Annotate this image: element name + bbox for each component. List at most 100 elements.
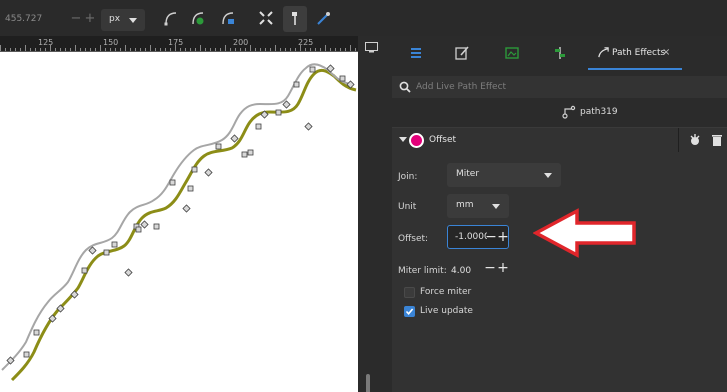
ruler-tick xyxy=(330,48,331,51)
drawing-canvas[interactable] xyxy=(0,52,358,392)
ruler-tick xyxy=(70,48,71,51)
trash-icon[interactable] xyxy=(709,132,725,148)
force-miter-checkbox[interactable] xyxy=(404,287,415,298)
ruler-tick xyxy=(80,48,81,51)
ruler-tick xyxy=(95,48,96,51)
path-outline-icon[interactable] xyxy=(316,10,332,26)
coordinate-field[interactable]: 455.727 xyxy=(0,10,66,30)
coordinate-decrement-button[interactable]: − xyxy=(69,9,83,29)
ruler-tick xyxy=(155,48,156,51)
ruler-tick xyxy=(35,48,36,51)
ruler-tick xyxy=(125,45,126,51)
tab-path-effects-label: Path Effects xyxy=(612,48,666,58)
ruler-tick xyxy=(210,48,211,51)
ruler-tick xyxy=(285,48,286,51)
delete-node-icon[interactable] xyxy=(220,10,236,26)
horizontal-ruler: 125 150 175 200 225 xyxy=(0,36,358,52)
add-node-icon[interactable] xyxy=(190,10,206,26)
offset-input[interactable]: -1.00000 − + xyxy=(447,225,509,249)
offset-path xyxy=(10,68,357,382)
effect-visibility-icon[interactable] xyxy=(687,132,703,148)
chevron-down-icon xyxy=(129,18,137,23)
ruler-tick xyxy=(10,48,11,51)
edit-pencil-icon[interactable] xyxy=(454,45,470,61)
ruler-tick xyxy=(15,48,16,51)
ruler-tick xyxy=(65,48,66,51)
dock-tabbar: Path Effects × xyxy=(388,36,727,70)
path-node-icon xyxy=(562,105,576,119)
offset-decrement-button[interactable]: − xyxy=(485,227,497,247)
add-effect-search-input[interactable] xyxy=(416,79,716,95)
ruler-tick xyxy=(335,48,336,51)
ruler-tick xyxy=(175,45,176,51)
ruler-tick xyxy=(230,48,231,51)
coordinate-increment-button[interactable]: + xyxy=(83,9,97,29)
chevron-down-icon xyxy=(544,173,552,178)
ruler-tick-label: 150 xyxy=(103,38,119,47)
offset-increment-button[interactable]: + xyxy=(497,227,509,247)
ruler-tick xyxy=(170,48,171,51)
scrollbar-thumb[interactable] xyxy=(366,374,370,392)
live-update-checkbox[interactable] xyxy=(404,306,415,317)
miter-decrement-button[interactable]: − xyxy=(484,258,496,278)
layers-icon[interactable] xyxy=(408,45,424,61)
close-icon[interactable]: × xyxy=(662,47,670,58)
panel-divider xyxy=(358,36,388,392)
ruler-tick xyxy=(105,48,106,51)
unit-dropdown[interactable]: px xyxy=(101,9,145,31)
offset-effect-icon xyxy=(409,133,424,148)
join-label: Join: xyxy=(398,172,418,182)
smooth-node-icon[interactable] xyxy=(163,10,179,26)
ruler-tick xyxy=(25,45,26,51)
miter-increment-button[interactable]: + xyxy=(497,258,509,278)
ruler-tick xyxy=(350,45,351,51)
ruler-tick xyxy=(315,48,316,51)
ruler-tick xyxy=(0,45,1,51)
monitor-icon[interactable] xyxy=(365,42,378,53)
ruler-tick xyxy=(75,45,76,51)
path-nodes[interactable] xyxy=(6,64,355,365)
join-dropdown[interactable]: Miter xyxy=(447,163,561,187)
unit-select-dropdown[interactable]: mm xyxy=(447,194,509,218)
tab-path-effects[interactable]: Path Effects × xyxy=(588,36,682,70)
checkmark-icon xyxy=(405,308,414,316)
ruler-tick xyxy=(150,45,151,51)
ruler-tick xyxy=(245,48,246,51)
ruler-tick xyxy=(310,48,311,51)
ruler-tick xyxy=(300,45,301,51)
toolbar: 455.727 − + px xyxy=(0,0,727,36)
ruler-tick xyxy=(120,48,121,51)
ruler-tick xyxy=(130,48,131,51)
ruler-tick xyxy=(20,48,21,51)
coordinate-value: 455.727 xyxy=(5,14,43,24)
original-path xyxy=(1,63,351,371)
ruler-tick xyxy=(50,45,51,51)
live-update-label: Live update xyxy=(420,306,473,316)
ruler-tick xyxy=(305,48,306,51)
ruler-tick xyxy=(200,45,201,51)
effect-header: Offset xyxy=(392,128,727,152)
node-tool-active-button[interactable] xyxy=(283,6,307,32)
ruler-tick xyxy=(205,48,206,51)
chevron-down-icon xyxy=(492,204,500,209)
ruler-tick xyxy=(220,48,221,51)
path-object-name: path319 xyxy=(580,107,618,117)
ruler-tick xyxy=(195,48,196,51)
force-miter-label: Force miter xyxy=(420,287,472,297)
node-handle-icon xyxy=(292,12,297,25)
image-icon[interactable] xyxy=(504,45,520,61)
offset-label: Offset: xyxy=(398,234,429,244)
miter-limit-value[interactable]: 4.00 xyxy=(451,266,471,276)
transform-handles-icon[interactable] xyxy=(258,10,274,26)
ruler-tick xyxy=(250,45,251,51)
expand-toggle-icon[interactable] xyxy=(399,137,407,142)
path-effects-icon xyxy=(598,47,609,58)
ruler-tick xyxy=(355,48,356,51)
ruler-tick xyxy=(180,48,181,51)
align-objects-icon[interactable] xyxy=(552,45,568,61)
ruler-tick xyxy=(140,48,141,51)
add-effect-search xyxy=(392,76,727,98)
ruler-tick xyxy=(55,48,56,51)
ruler-tick xyxy=(45,48,46,51)
ruler-tick xyxy=(235,48,236,51)
